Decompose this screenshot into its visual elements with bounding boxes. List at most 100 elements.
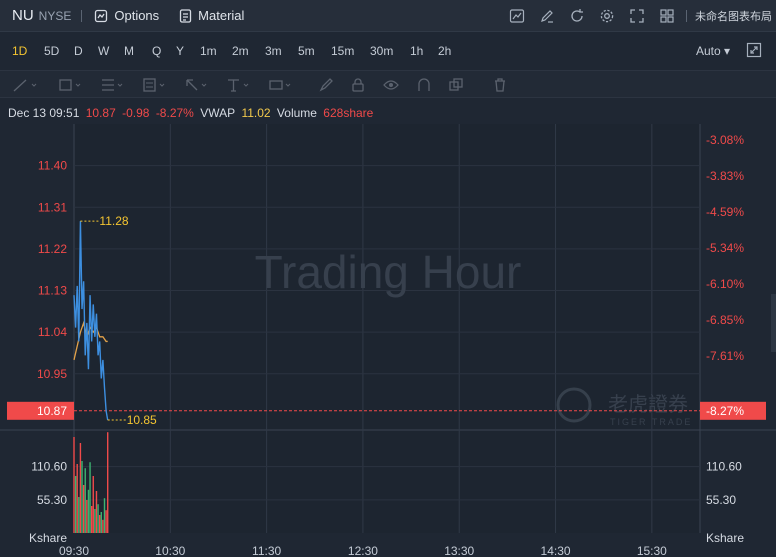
period-bar: Auto ▾ 1D 5D D W M Q Y 1m 2m 3m 5m 15m 30m 1h 2h <box>0 33 776 70</box>
pattern-tool-icon[interactable] <box>142 77 168 93</box>
volume-unit-label-right: Kshare <box>706 531 744 545</box>
time-axis-label: 09:30 <box>59 544 89 557</box>
price-axis-label: 11.04 <box>38 325 67 339</box>
volume-bar <box>87 489 90 533</box>
period-m[interactable]: M <box>124 44 134 58</box>
magnet-icon[interactable] <box>416 77 432 93</box>
logo-subtext: TIGER TRADE <box>610 417 692 427</box>
rectangle-tool-icon[interactable] <box>58 77 84 93</box>
period-3m[interactable]: 3m <box>265 44 282 58</box>
period-w[interactable]: W <box>98 44 109 58</box>
price-axis-label: 11.40 <box>38 159 67 173</box>
refresh-icon[interactable] <box>562 0 592 32</box>
gear-icon[interactable] <box>592 0 622 32</box>
volume-axis-label: 110.60 <box>31 460 67 474</box>
period-30m[interactable]: 30m <box>370 44 393 58</box>
current-price-text: 10.87 <box>37 404 67 418</box>
logo-text: 老虎證券 <box>608 392 688 416</box>
brush-icon[interactable] <box>318 77 334 93</box>
period-15m[interactable]: 15m <box>331 44 354 58</box>
divider <box>81 9 83 22</box>
time-axis-label: 10:30 <box>155 544 185 557</box>
volume-bar <box>103 498 106 533</box>
grid-layout-icon[interactable] <box>652 0 682 32</box>
symbol-label[interactable]: NU <box>12 7 34 24</box>
side-panel-handle[interactable] <box>771 294 776 352</box>
price-axis-label: 10.95 <box>37 367 67 381</box>
time-axis-label: 12:30 <box>348 544 378 557</box>
low-marker-label: 10.85 <box>127 413 157 427</box>
layers-icon[interactable] <box>448 77 464 93</box>
chart-type-icon[interactable] <box>502 0 532 32</box>
material-label: Material <box>198 8 245 23</box>
quote-info-line: Dec 13 09:51 10.87 -0.98 -8.27% VWAP 11.… <box>8 106 376 120</box>
period-y[interactable]: Y <box>176 44 184 58</box>
period-2m[interactable]: 2m <box>232 44 249 58</box>
volume-bar <box>105 510 107 533</box>
volume-axis-label: 55.30 <box>37 493 67 507</box>
auto-scale-toggle[interactable]: Auto ▾ <box>696 44 730 58</box>
trash-icon[interactable] <box>492 77 508 93</box>
period-1m[interactable]: 1m <box>200 44 217 58</box>
period-5d[interactable]: 5D <box>44 44 59 58</box>
volume-bar <box>73 437 75 533</box>
volume-bar <box>98 515 101 533</box>
volume-bar <box>97 504 99 533</box>
quote-change-pct: -8.27% <box>155 106 194 120</box>
line-tool-icon[interactable] <box>12 77 38 93</box>
period-d[interactable]: D <box>74 44 83 58</box>
percent-axis-label: -3.08% <box>706 133 744 147</box>
layout-selector[interactable]: 未命名图表布局 <box>695 8 772 24</box>
quote-change: -0.98 <box>122 106 150 120</box>
exchange-label: NYSE <box>38 8 72 23</box>
percent-axis-label: -4.59% <box>706 205 744 219</box>
percent-axis-label: -3.83% <box>706 169 744 183</box>
period-5m[interactable]: 5m <box>298 44 315 58</box>
volume-bar <box>79 443 82 533</box>
drawing-toolbar <box>0 70 776 98</box>
percent-axis-label: -6.85% <box>706 313 744 327</box>
volume-bar <box>81 461 83 533</box>
volume-label: Volume <box>276 106 317 120</box>
volume-bar <box>107 432 109 533</box>
expand-icon[interactable] <box>622 0 652 32</box>
time-axis-label: 14:30 <box>541 544 571 557</box>
volume-bar <box>100 512 102 533</box>
lock-icon[interactable] <box>350 77 366 93</box>
time-axis-label: 15:30 <box>637 544 667 557</box>
fullscreen-icon[interactable] <box>746 42 762 63</box>
volume-bar <box>74 476 77 533</box>
intraday-chart[interactable]: Trading Hour 老虎證券TIGER TRADE 11.40 11.31 11.… <box>0 124 776 557</box>
volume-bar <box>102 519 104 533</box>
period-1d[interactable]: 1D <box>12 44 27 58</box>
price-axis-label: 11.22 <box>38 242 67 256</box>
price-axis-label: 11.13 <box>38 284 67 298</box>
volume-value: 628share <box>323 106 374 120</box>
volume-bar <box>95 491 98 533</box>
vwap-value: 11.02 <box>241 106 271 120</box>
material-button[interactable]: Material <box>179 8 244 23</box>
top-toolbar: NU NYSE Options Material 未命名图表布局 <box>0 0 776 32</box>
period-q[interactable]: Q <box>152 44 161 58</box>
price-axis-label: 11.31 <box>38 200 67 214</box>
arrow-tool-icon[interactable] <box>184 77 210 93</box>
edit-icon[interactable] <box>532 0 562 32</box>
volume-bar <box>90 506 93 533</box>
eye-icon[interactable] <box>383 77 399 93</box>
text-tool-icon[interactable] <box>226 77 252 93</box>
time-axis-label: 13:30 <box>444 544 474 557</box>
measure-tool-icon[interactable] <box>268 77 294 93</box>
period-2h[interactable]: 2h <box>438 44 451 58</box>
percent-axis-label: -7.61% <box>706 349 744 363</box>
percent-axis-label: -6.10% <box>706 277 744 291</box>
volume-axis-label-right: 110.60 <box>706 460 742 474</box>
fibonacci-tool-icon[interactable] <box>100 77 126 93</box>
quote-datetime: Dec 13 09:51 <box>8 106 80 120</box>
period-1h[interactable]: 1h <box>410 44 423 58</box>
volume-bar <box>84 468 86 533</box>
options-button[interactable]: Options <box>94 8 159 23</box>
divider <box>686 10 687 22</box>
options-icon <box>95 9 108 22</box>
volume-axis-label-right: 55.30 <box>706 493 736 507</box>
app-window: NU NYSE Options Material 未命名图表布局 Auto ▾ … <box>0 0 776 557</box>
